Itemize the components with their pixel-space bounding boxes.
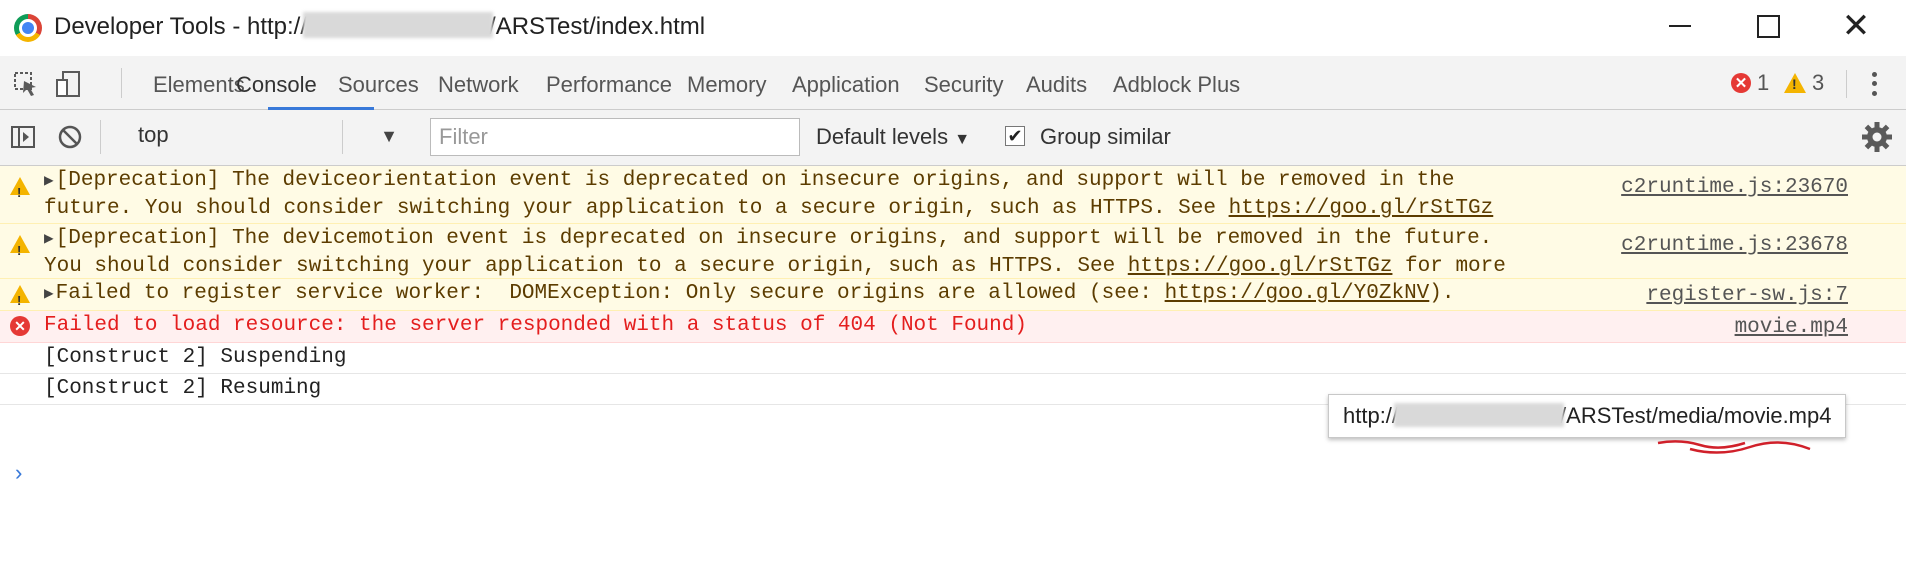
source-link[interactable]: register-sw.js:7 (1646, 282, 1848, 310)
title-suffix: /ARSTest/index.html (489, 13, 706, 40)
console-prompt[interactable]: › (12, 462, 25, 487)
message-link[interactable]: https://goo.gl/Y0ZkNV (1165, 282, 1430, 305)
group-similar-label: Group similar (1040, 124, 1171, 149)
tab-console[interactable]: Console (236, 72, 317, 98)
inspect-element-icon[interactable] (12, 70, 40, 98)
console-message-log: [Construct 2] Suspending (0, 343, 1906, 374)
minimize-icon (1669, 25, 1691, 27)
console-message-warning: ▶[Deprecation] The deviceorientation eve… (0, 166, 1906, 248)
tooltip-suffix: /ARSTest/media/movie.mp4 (1560, 403, 1832, 428)
more-options-icon[interactable] (1864, 70, 1884, 98)
redacted-host (303, 12, 494, 38)
warning-icon (10, 285, 30, 315)
dropdown-arrow-icon: ▼ (954, 131, 971, 148)
window-title: Developer Tools - http:// /ARSTest/index.… (54, 12, 705, 41)
settings-gear-icon[interactable] (1860, 120, 1894, 154)
console-messages: ▶[Deprecation] The deviceorientation eve… (0, 166, 1906, 405)
clear-console-icon[interactable] (57, 124, 83, 150)
url-tooltip: http:// /ARSTest/media/movie.mp4 (1328, 394, 1847, 438)
levels-label: Default levels (816, 124, 949, 149)
message-text: [Construct 2] Resuming (44, 377, 322, 400)
message-link[interactable]: https://goo.gl/rStTGz (1128, 255, 1393, 278)
redacted-host (1394, 403, 1565, 427)
tab-adblock-plus[interactable]: Adblock Plus (1113, 72, 1240, 98)
dropdown-arrow-icon: ▼ (380, 126, 398, 146)
filter-input[interactable] (430, 118, 800, 156)
tab-application[interactable]: Application (792, 72, 900, 98)
device-toolbar-icon[interactable] (54, 70, 82, 98)
expand-triangle-icon[interactable]: ▶ (44, 230, 54, 248)
context-selector[interactable]: top ▼ (138, 122, 398, 154)
red-scribble-annotation (1657, 440, 1811, 454)
show-sidebar-icon[interactable] (10, 124, 36, 150)
context-value: top (138, 122, 169, 147)
message-text: Failed to load resource: the server resp… (44, 314, 1027, 337)
message-text: ▶Failed to register service worker: DOME… (44, 282, 1455, 305)
tab-network[interactable]: Network (438, 72, 519, 98)
error-icon: ✕ (10, 316, 30, 336)
maximize-icon (1756, 14, 1780, 38)
devtools-tab-bar: Elements Console Sources Network Perform… (0, 56, 1906, 110)
maximize-button[interactable] (1724, 0, 1812, 52)
title-prefix: Developer Tools - http:// (54, 13, 308, 40)
error-count: 1 (1757, 70, 1770, 95)
tab-audits[interactable]: Audits (1026, 72, 1087, 98)
tooltip-prefix: http:// (1343, 403, 1399, 428)
tab-separator (1846, 70, 1847, 98)
console-message-error: ✕ Failed to load resource: the server re… (0, 311, 1906, 343)
tab-memory[interactable]: Memory (687, 72, 766, 98)
console-message-warning: ▶[Deprecation] The devicemotion event is… (0, 224, 1906, 306)
expand-triangle-icon[interactable]: ▶ (44, 172, 54, 190)
close-window-button[interactable]: ✕ (1812, 0, 1900, 52)
warning-icon (10, 177, 30, 207)
warning-icon (10, 235, 30, 265)
console-toolbar: top ▼ Default levels ▼ ✔ Group similar (0, 110, 1906, 166)
tab-performance[interactable]: Performance (546, 72, 672, 98)
group-similar-checkbox[interactable]: ✔ (1005, 126, 1025, 146)
error-icon: ✕ (1731, 73, 1751, 93)
message-text: [Construct 2] Suspending (44, 346, 347, 369)
tab-elements[interactable]: Elements (153, 72, 245, 98)
tab-separator (121, 68, 122, 98)
error-count-badge[interactable]: ✕ 1 (1731, 70, 1769, 96)
source-link[interactable]: c2runtime.js:23678 (1621, 232, 1848, 260)
console-message-warning: ▶Failed to register service worker: DOME… (0, 279, 1906, 315)
close-icon: ✕ (1841, 7, 1871, 45)
window-title-bar: Developer Tools - http:// /ARSTest/index.… (0, 0, 1906, 56)
source-link[interactable]: movie.mp4 (1735, 314, 1848, 342)
warning-count: 3 (1812, 70, 1825, 95)
toolbar-separator (342, 120, 343, 154)
warning-count-badge[interactable]: 3 (1784, 70, 1824, 96)
minimize-button[interactable] (1636, 0, 1724, 52)
warning-icon (1784, 73, 1806, 93)
expand-triangle-icon[interactable]: ▶ (44, 285, 54, 303)
log-levels-dropdown[interactable]: Default levels ▼ (816, 124, 970, 150)
message-link[interactable]: https://goo.gl/rStTGz (1229, 197, 1494, 220)
source-link[interactable]: c2runtime.js:23670 (1621, 174, 1848, 202)
tab-security[interactable]: Security (924, 72, 1003, 98)
chrome-logo-icon (14, 14, 42, 42)
tab-sources[interactable]: Sources (338, 72, 419, 98)
toolbar-separator (100, 120, 101, 154)
